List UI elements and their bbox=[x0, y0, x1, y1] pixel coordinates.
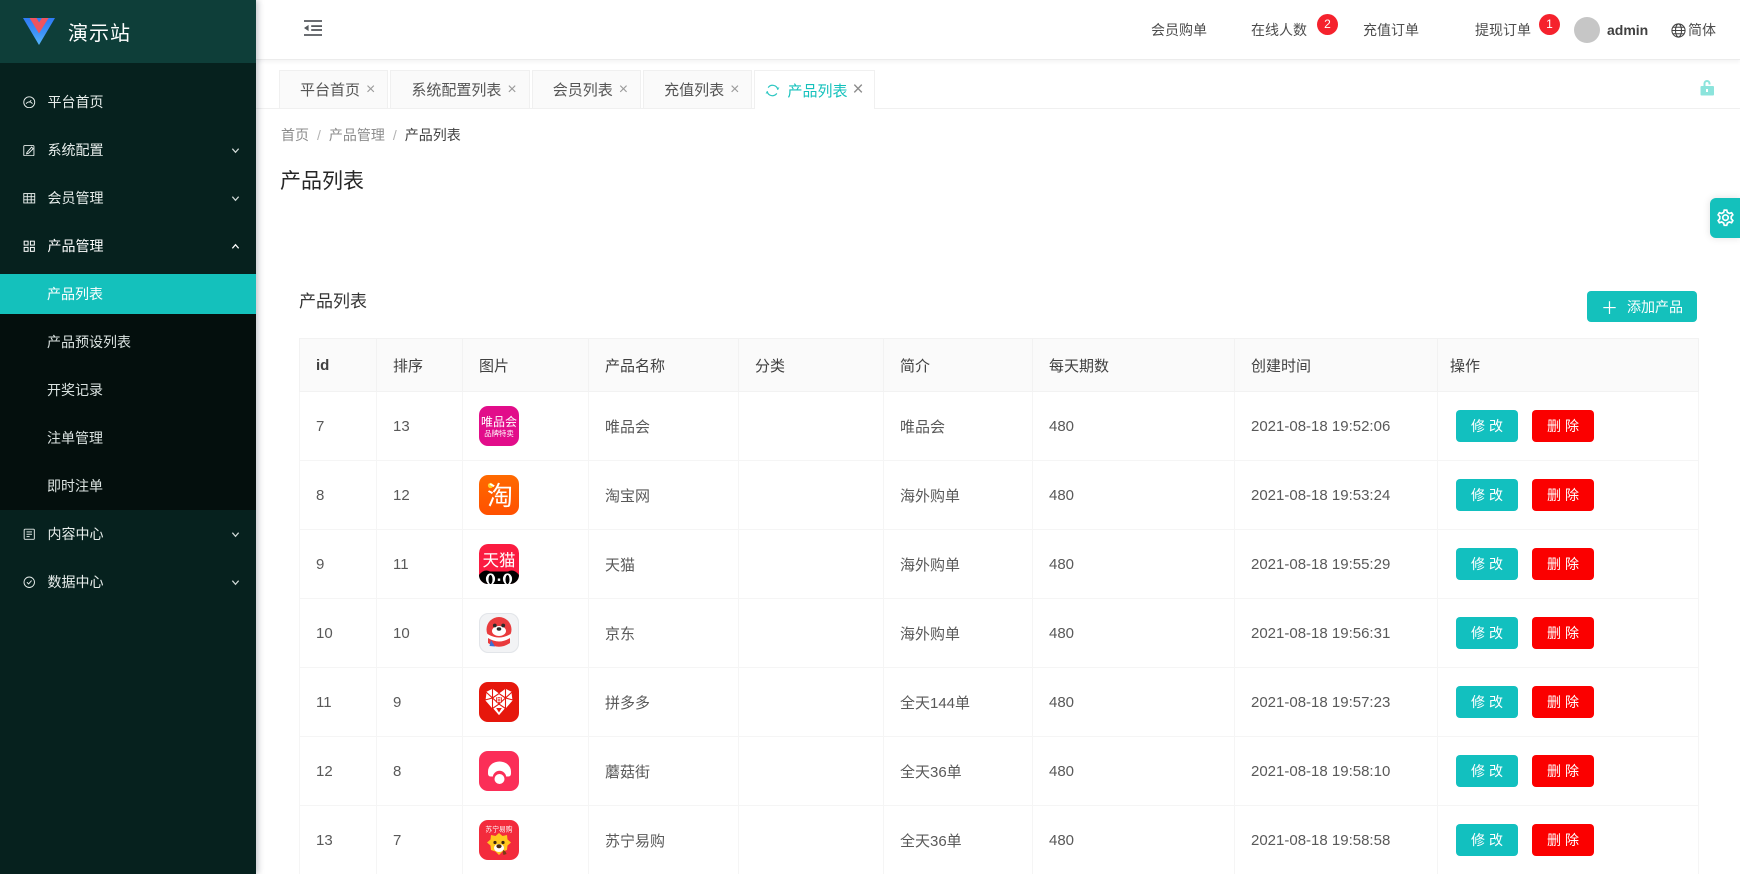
svg-text:天猫: 天猫 bbox=[483, 547, 516, 571]
svg-text:淘: 淘 bbox=[487, 476, 513, 513]
svg-text:品牌特卖: 品牌特卖 bbox=[484, 428, 514, 439]
svg-text:苏宁易购: 苏宁易购 bbox=[485, 824, 512, 834]
